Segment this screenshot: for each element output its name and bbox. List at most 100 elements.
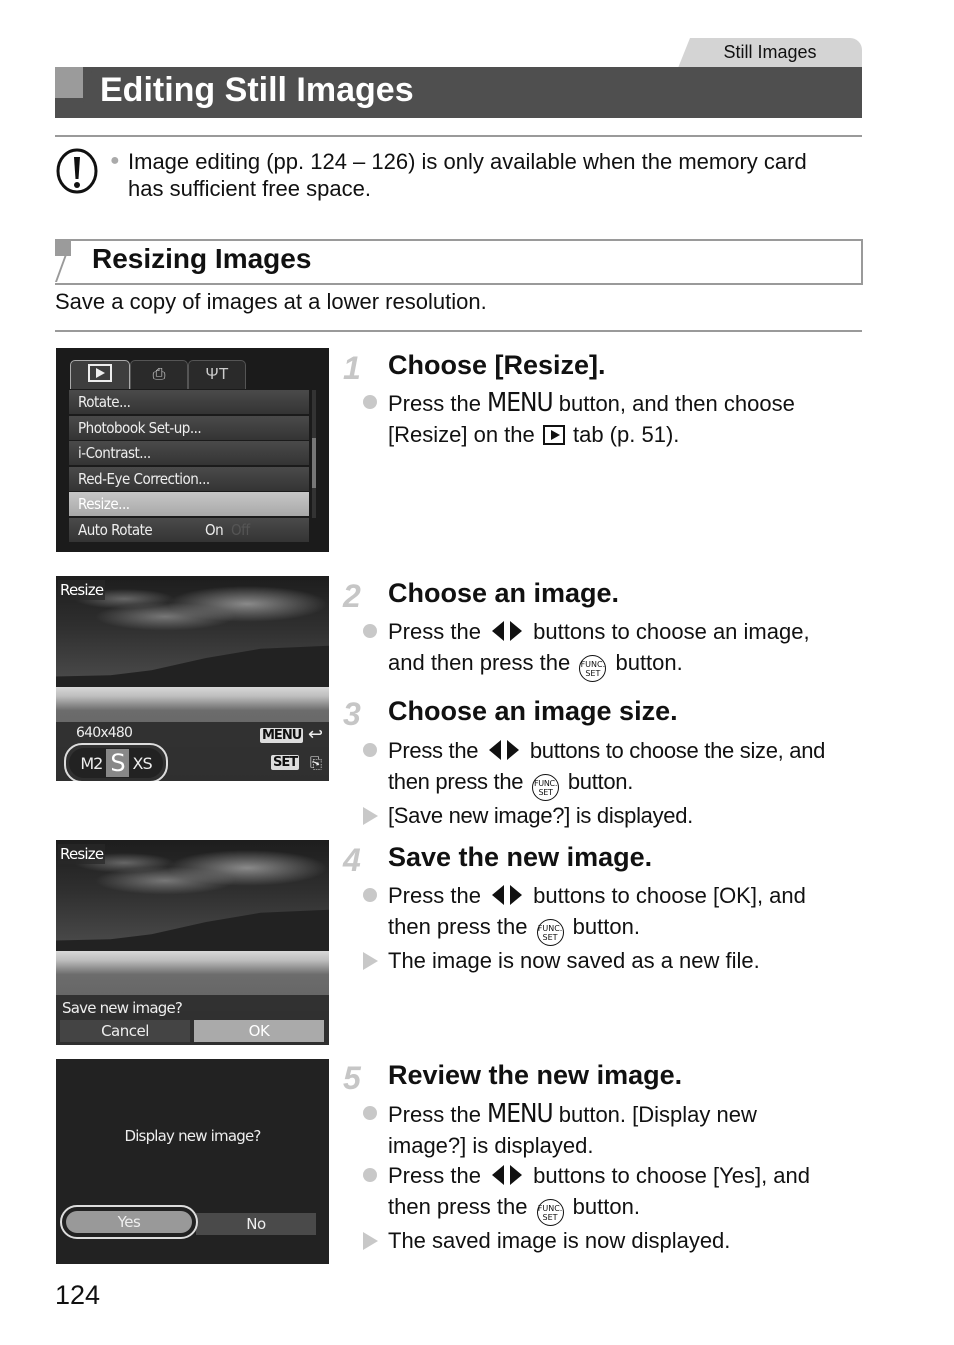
resolution-readout: 640x480 xyxy=(76,725,133,741)
size-option-m2[interactable]: M2 xyxy=(78,754,104,773)
page-number: 124 xyxy=(55,1280,101,1310)
text: then press the xyxy=(388,1193,534,1219)
set-key: SET xyxy=(271,755,300,770)
section-tab: Still Images xyxy=(678,38,862,68)
func-label: FUNC. xyxy=(580,659,606,669)
caution-text: Image editing (pp. 124 – 126) is only av… xyxy=(128,149,807,201)
step-title: Review the new image. xyxy=(388,1060,683,1090)
text: button, and then choose xyxy=(552,391,795,416)
left-right-arrows-icon xyxy=(489,740,520,760)
text: tab (p. 51). xyxy=(566,421,680,447)
menu-item-red-eye[interactable]: Red-Eye Correction... xyxy=(69,466,309,491)
divider xyxy=(55,330,862,332)
set-label: SET xyxy=(542,932,558,942)
menu-item-resize[interactable]: Resize... xyxy=(69,492,309,517)
result-arrow-icon xyxy=(363,951,378,970)
title-decoration xyxy=(55,67,83,98)
auto-rotate-off: Off xyxy=(231,520,250,539)
print-tab[interactable]: ⎙ xyxy=(130,360,188,389)
text: then press the xyxy=(388,913,534,939)
menu-item-rotate[interactable]: Rotate... xyxy=(69,390,309,414)
return-icon: ↩ xyxy=(308,724,323,745)
step-title: Choose an image size. xyxy=(388,696,678,726)
bullet-dot xyxy=(363,624,377,638)
page-title: Editing Still Images xyxy=(100,71,414,109)
step-number: 5 xyxy=(343,1060,361,1096)
set-label: SET xyxy=(542,1212,558,1222)
divider xyxy=(55,135,862,137)
caution-icon xyxy=(56,148,98,194)
play-tab-icon xyxy=(542,424,565,445)
result-arrow-icon xyxy=(363,1231,378,1250)
text: buttons to choose [OK], and xyxy=(527,883,806,908)
result-arrow-icon xyxy=(363,806,378,825)
ok-button[interactable]: OK xyxy=(194,1020,324,1042)
size-selector[interactable]: M2 S XS xyxy=(64,743,168,781)
camera-screen-display: Display new image? No Yes xyxy=(56,1059,329,1264)
menu-button-label: MENU xyxy=(487,388,554,418)
result-text: [Save new image?] is displayed. xyxy=(388,802,693,828)
step-number: 3 xyxy=(343,696,361,732)
func-set-icon: FUNC. SET xyxy=(532,773,560,801)
text: Press the xyxy=(388,738,485,763)
text: button. xyxy=(562,768,634,794)
menu-tabs: ⎙ ΨT xyxy=(70,360,310,389)
bullet-dot xyxy=(363,888,377,902)
text: Press the xyxy=(388,391,488,416)
text: button. [Display new xyxy=(552,1102,757,1127)
menu-item-auto-rotate[interactable]: Auto Rotate On Off xyxy=(69,517,309,542)
left-right-arrows-icon xyxy=(492,885,523,905)
text: buttons to choose the size, and xyxy=(524,738,826,763)
func-set-icon: FUNC. SET xyxy=(536,918,564,946)
bullet-dot: ● xyxy=(110,152,120,169)
cancel-button[interactable]: Cancel xyxy=(60,1020,190,1042)
func-label: FUNC. xyxy=(537,923,563,933)
size-option-xs[interactable]: XS xyxy=(131,754,154,773)
menu-item-photobook[interactable]: Photobook Set-up... xyxy=(69,415,309,440)
resize-label: Resize xyxy=(58,844,106,864)
step-body: Press the buttons to choose an image, an… xyxy=(363,617,868,682)
tools-tab[interactable]: ΨT xyxy=(188,360,246,389)
text: image?] is displayed. xyxy=(388,1132,594,1158)
no-button[interactable]: No xyxy=(196,1213,316,1235)
step-number: 2 xyxy=(343,578,361,614)
menu-scroll-thumb[interactable] xyxy=(312,438,316,488)
subsection-title: Resizing Images xyxy=(92,243,312,274)
auto-rotate-label: Auto Rotate xyxy=(78,520,153,539)
func-set-icon: FUNC. SET xyxy=(579,654,607,682)
camera-screen-save: Resize Save new image? Cancel OK xyxy=(56,840,329,1045)
resize-label: Resize xyxy=(58,580,106,600)
display-prompt: Display new image? xyxy=(124,1127,261,1145)
menu-key: MENU xyxy=(260,728,304,743)
text: [Resize] on the xyxy=(388,421,541,447)
step-title: Save the new image. xyxy=(388,842,653,872)
step-number: 1 xyxy=(343,350,361,386)
text: Press the xyxy=(388,619,488,644)
left-right-arrows-icon xyxy=(492,1165,523,1185)
left-right-arrows-icon xyxy=(492,621,523,641)
menu-list: Rotate... Photobook Set-up... i-Contrast… xyxy=(69,390,309,544)
auto-rotate-on: On xyxy=(205,520,224,539)
step-title: Choose an image. xyxy=(388,578,620,608)
yes-button[interactable]: Yes xyxy=(66,1211,192,1233)
step-body: Press the MENU button. [Display new imag… xyxy=(363,1099,868,1256)
bullet-dot xyxy=(363,395,377,409)
func-label: FUNC. xyxy=(534,778,558,788)
tools-tab-icon: ΨT xyxy=(205,366,229,383)
text: button. xyxy=(609,649,683,675)
text: button. xyxy=(566,913,640,939)
step-body: Press the buttons to choose the size, an… xyxy=(363,736,868,831)
size-option-s[interactable]: S xyxy=(106,749,129,777)
save-copy-icon: ⎘ xyxy=(310,754,322,772)
menu-item-i-contrast[interactable]: i-Contrast... xyxy=(69,441,309,466)
bullet-dot xyxy=(363,1168,377,1182)
camera-screen-resize: Resize 640x480 M2 S XS MENU ↩ SET ⎘ xyxy=(56,576,329,781)
play-tab-icon xyxy=(88,364,112,382)
func-label: FUNC. xyxy=(537,1203,563,1213)
play-tab[interactable] xyxy=(70,360,130,389)
bullet-dot xyxy=(363,1106,377,1120)
camera-screen-menu: ⎙ ΨT Rotate... Photobook Set-up... i-Con… xyxy=(56,348,329,552)
text: Press the xyxy=(388,1163,488,1188)
func-set-icon: FUNC. SET xyxy=(536,1198,564,1226)
intro-text: Save a copy of images at a lower resolut… xyxy=(55,289,487,314)
